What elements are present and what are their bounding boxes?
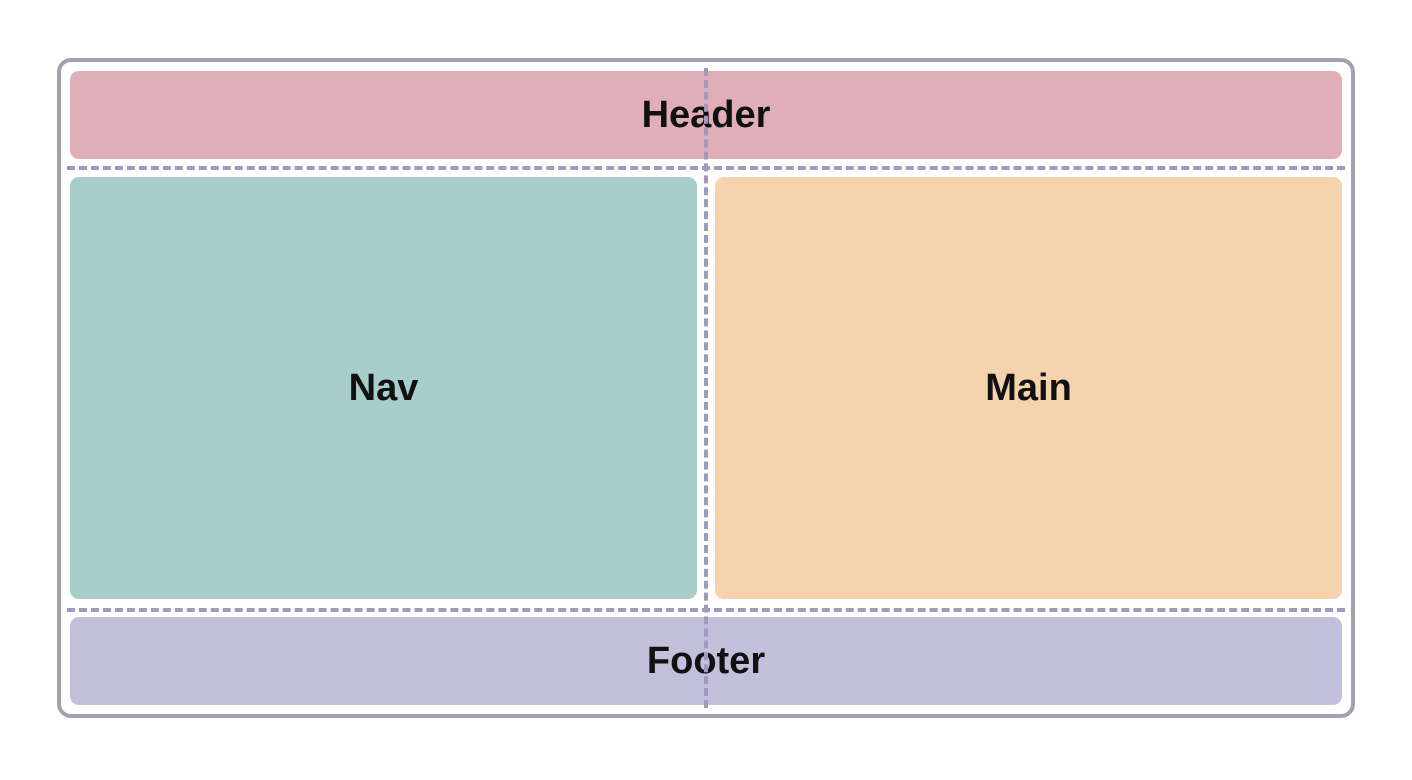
main-region: Main (712, 174, 1345, 602)
footer-label: Footer (647, 640, 765, 683)
footer-region: Footer (67, 614, 1345, 708)
layout-grid: Header Nav Main Footer (67, 68, 1345, 708)
nav-label: Nav (349, 367, 419, 410)
header-label: Header (642, 94, 771, 137)
header-region: Header (67, 68, 1345, 162)
nav-region: Nav (67, 174, 700, 602)
main-label: Main (985, 367, 1072, 410)
layout-diagram: Header Nav Main Footer (57, 58, 1355, 718)
